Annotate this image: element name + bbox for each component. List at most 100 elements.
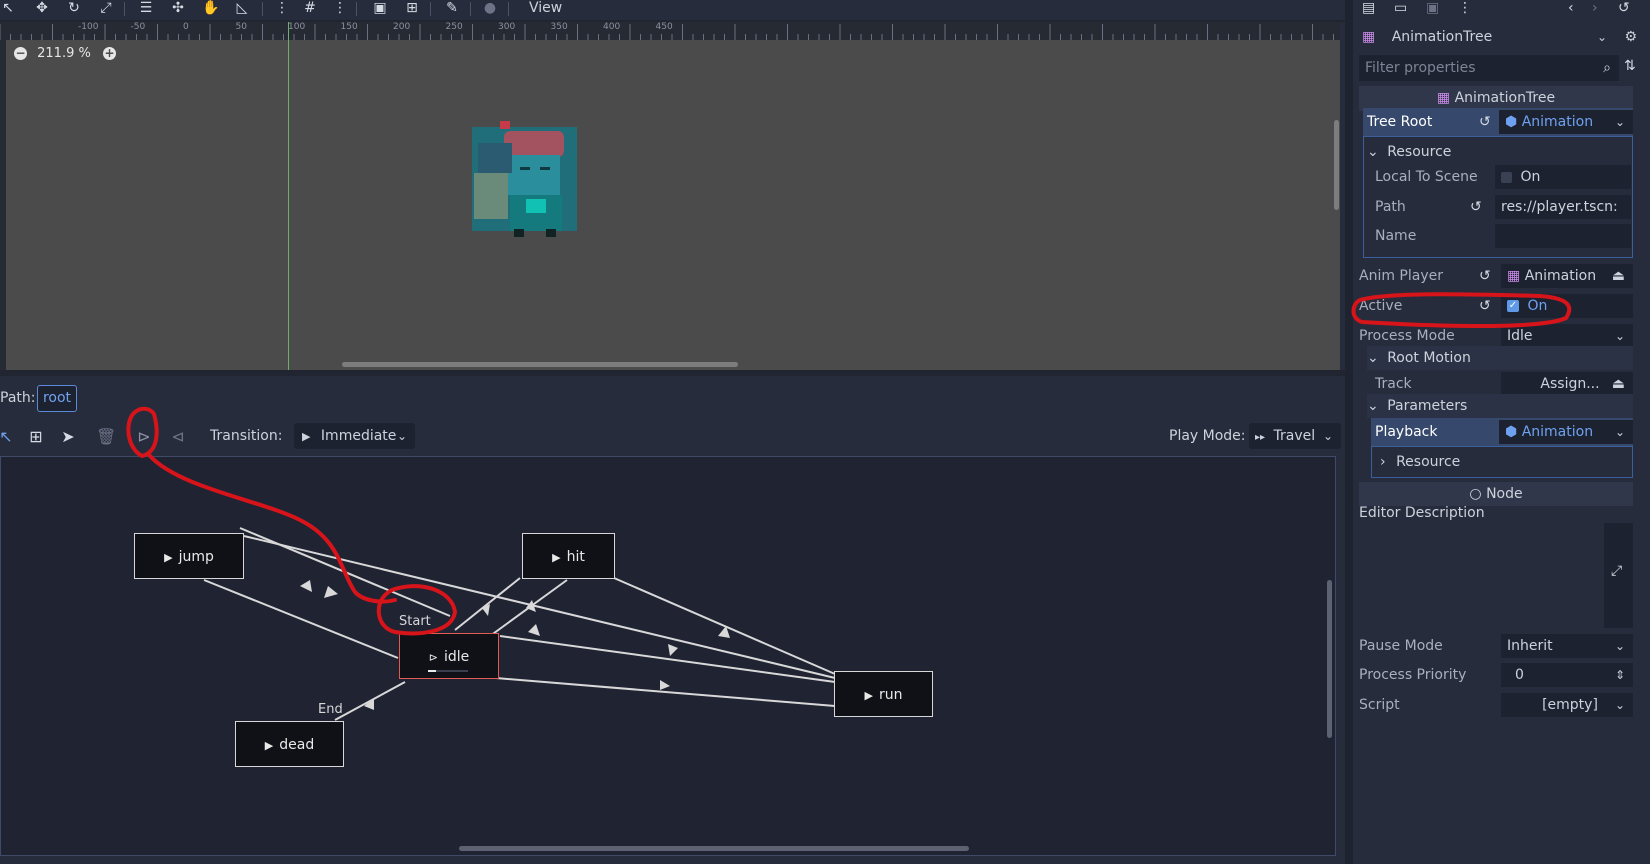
object-selector[interactable]: ▦ AnimationTree ⌄ ⚙: [1362, 24, 1637, 50]
create-node-icon[interactable]: ⊞: [26, 427, 46, 447]
save-icon[interactable]: ▣: [1426, 0, 1439, 16]
parameters-section[interactable]: ⌄ Parameters: [1367, 394, 1633, 418]
lock-icon[interactable]: ▣: [372, 0, 388, 16]
anim-player-property: Anim Player ↺ ▦ Animation ⏏: [1359, 262, 1633, 290]
open-folder-icon[interactable]: ▭: [1394, 0, 1407, 16]
track-value[interactable]: Assign... ⏏: [1501, 372, 1633, 396]
name-value[interactable]: [1495, 224, 1631, 248]
local-to-scene-value[interactable]: On: [1495, 165, 1631, 189]
play-mode-dropdown[interactable]: ▸▸ Travel ⌄: [1249, 423, 1341, 449]
play-icon[interactable]: ▶: [552, 551, 560, 564]
state-node-jump[interactable]: ▶ jump: [134, 533, 244, 579]
chevron-down-icon: ⌄: [1614, 639, 1625, 653]
chevron-down-icon: ⌄: [1614, 115, 1625, 129]
node-icon[interactable]: ⚙: [1624, 24, 1637, 50]
chevron-down-icon: ⌄: [1367, 398, 1379, 414]
ruler-tool-icon[interactable]: ◺: [234, 0, 250, 16]
grid-snap-icon[interactable]: #: [302, 0, 318, 16]
process-priority-spinbox[interactable]: 0 ⇕: [1501, 663, 1633, 687]
playback-value[interactable]: ⬢ Animation ⌄: [1499, 420, 1633, 444]
2d-canvas[interactable]: [6, 40, 1340, 370]
history-back-icon[interactable]: ‹: [1568, 0, 1574, 16]
history-icon[interactable]: ↺: [1618, 0, 1630, 16]
pause-mode-dropdown[interactable]: Inherit ⌄: [1501, 634, 1633, 658]
scale-tool-icon[interactable]: ⤢: [98, 0, 114, 16]
transition-dropdown[interactable]: ▶ Immediate ⌄: [294, 423, 415, 449]
graph-horizontal-scrollbar[interactable]: [459, 846, 969, 851]
resource-section[interactable]: ⌄ Resource: [1367, 138, 1641, 166]
revert-icon[interactable]: ↺: [1470, 193, 1482, 221]
zoom-in-button[interactable]: +: [102, 47, 116, 60]
playback-property[interactable]: Playback ⬢ Animation ⌄: [1371, 418, 1633, 446]
script-value[interactable]: [empty] ⌄: [1501, 693, 1633, 717]
tree-root-property[interactable]: Tree Root ↺ ⬢ Animation ⌄: [1363, 108, 1633, 136]
group-icon[interactable]: ⊞: [404, 0, 420, 16]
state-node-hit[interactable]: ▶ hit: [522, 533, 615, 579]
select-tool-icon[interactable]: ↖: [0, 0, 16, 16]
assign-icon[interactable]: ⏏: [1612, 264, 1625, 288]
more-options-icon[interactable]: ⋮: [1458, 0, 1472, 16]
process-mode-dropdown[interactable]: Idle ⌄: [1501, 324, 1633, 348]
viewport-horizontal-scrollbar[interactable]: [342, 362, 738, 367]
chevron-down-icon: ⌄: [1596, 30, 1607, 44]
revert-icon[interactable]: ↺: [1479, 262, 1491, 290]
node-label: jump: [178, 549, 214, 565]
anim-player-value[interactable]: ▦ Animation ⏏: [1501, 264, 1633, 288]
revert-icon[interactable]: ↺: [1479, 292, 1491, 320]
dock-divider[interactable]: [1345, 0, 1353, 864]
canvas-origin-line: [288, 22, 289, 370]
camera-override-icon[interactable]: ●: [482, 0, 498, 16]
chevron-down-icon: ⌄: [1367, 350, 1379, 366]
animation-node-icon: ⬢: [1505, 424, 1518, 440]
zoom-out-button[interactable]: −: [14, 47, 27, 60]
set-start-node-icon[interactable]: ⊳: [134, 427, 154, 447]
property-options-icon[interactable]: ⇅: [1624, 58, 1636, 74]
path-value[interactable]: res://player.tscn:: [1495, 195, 1631, 219]
assign-icon[interactable]: ⏏: [1612, 372, 1625, 396]
viewport-vertical-scrollbar[interactable]: [1334, 120, 1339, 210]
pan-tool-icon[interactable]: ✋: [202, 0, 219, 16]
transition-value: Immediate: [320, 428, 397, 444]
expand-icon[interactable]: ⤢: [1611, 563, 1622, 579]
pivot-tool-icon[interactable]: ✣: [170, 0, 186, 16]
root-motion-section[interactable]: ⌄ Root Motion: [1367, 346, 1633, 370]
state-node-idle[interactable]: ⊳ idle: [399, 633, 499, 679]
active-value[interactable]: ✓ On: [1501, 294, 1633, 318]
play-icon[interactable]: ▶: [265, 739, 273, 752]
bone-icon[interactable]: ✎: [444, 0, 460, 16]
start-label: Start: [399, 614, 431, 629]
path-root-button[interactable]: root: [37, 385, 77, 412]
tree-root-value[interactable]: ⬢ Animation ⌄: [1499, 110, 1633, 134]
filter-properties-input[interactable]: Filter properties ⌕: [1359, 55, 1619, 81]
checked-checkbox-icon[interactable]: ✓: [1507, 300, 1519, 312]
snap-icon[interactable]: ⋮: [274, 0, 290, 16]
chevron-down-icon: ⌄: [1614, 329, 1625, 343]
play-icon: ▶: [302, 430, 311, 443]
view-menu[interactable]: View: [529, 0, 562, 16]
more-options-icon[interactable]: ⋮: [332, 0, 348, 16]
rotate-tool-icon[interactable]: ↻: [66, 0, 82, 16]
chevron-down-icon: ⌄: [396, 429, 407, 443]
list-select-icon[interactable]: ☰: [138, 0, 154, 16]
spinner-icon[interactable]: ⇕: [1615, 663, 1625, 687]
playback-resource-section[interactable]: › Resource: [1371, 446, 1633, 478]
move-tool-icon[interactable]: ✥: [34, 0, 50, 16]
set-end-node-icon[interactable]: ⊲: [168, 427, 188, 447]
history-forward-icon[interactable]: ›: [1592, 0, 1598, 16]
graph-vertical-scrollbar[interactable]: [1327, 580, 1332, 738]
revert-icon[interactable]: ↺: [1479, 108, 1491, 136]
ruler-tick-label: 50: [235, 22, 247, 32]
editor-description-field[interactable]: ⤢: [1359, 523, 1633, 628]
select-node-icon[interactable]: ↖: [0, 427, 16, 447]
player-sprite[interactable]: [472, 121, 578, 237]
state-node-run[interactable]: ▶ run: [834, 671, 933, 717]
state-node-dead[interactable]: ▶ dead: [235, 721, 344, 767]
new-resource-icon[interactable]: ▤: [1362, 0, 1375, 16]
connect-nodes-icon[interactable]: ➤: [58, 427, 78, 447]
checkbox[interactable]: [1501, 171, 1512, 183]
zoom-level[interactable]: 211.9 %: [37, 46, 91, 61]
travel-icon: ▸▸: [1255, 432, 1266, 443]
delete-node-icon[interactable]: 🗑: [96, 427, 116, 447]
play-icon[interactable]: ▶: [164, 551, 172, 564]
play-icon[interactable]: ▶: [865, 689, 873, 702]
